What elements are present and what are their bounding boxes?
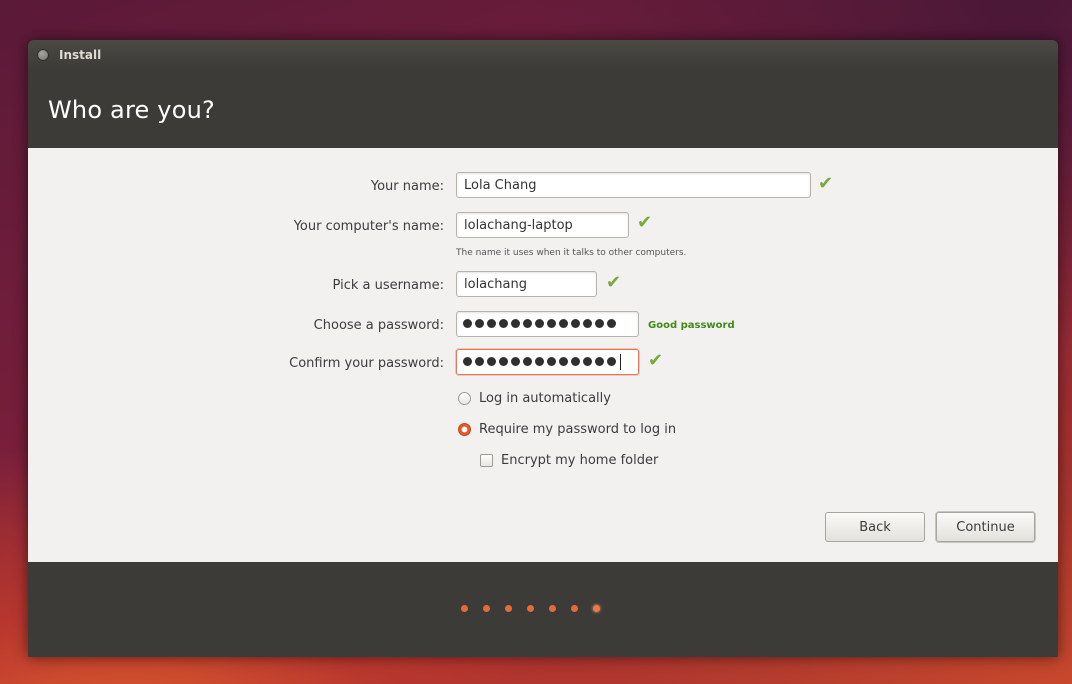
confirm-password-label: Confirm your password: [289, 356, 444, 371]
checkbox[interactable] [480, 454, 493, 467]
password-dot [487, 357, 496, 366]
password-dot [559, 319, 568, 328]
password-strength: Good password [648, 320, 735, 331]
password-dot [499, 319, 508, 328]
checkbox-encrypt-home[interactable]: Encrypt my home folder [480, 453, 658, 468]
radio-log-in-automatically[interactable]: Log in automatically [458, 391, 611, 406]
radio-require-password[interactable]: Require my password to log in [458, 422, 676, 437]
password-dot [535, 319, 544, 328]
password-dot [463, 319, 472, 328]
password-dot [583, 357, 592, 366]
progress-indicator [28, 562, 1058, 657]
computer-name-hint: The name it uses when it talks to other … [456, 248, 687, 258]
password-dot [499, 357, 508, 366]
your-name-label: Your name: [370, 179, 444, 194]
page-heading: Who are you? [48, 96, 215, 124]
installer-window: Install Who are you? Your name: ✔ Your c… [28, 40, 1058, 657]
password-input[interactable] [456, 311, 639, 337]
your-name-input[interactable] [456, 172, 811, 198]
back-button[interactable]: Back [825, 512, 925, 542]
window-title: Install [59, 48, 102, 62]
title-bar: Install [28, 40, 1058, 70]
password-dot [511, 319, 520, 328]
confirm-password-dots [463, 354, 621, 370]
password-dot [523, 319, 532, 328]
password-dot [523, 357, 532, 366]
check-icon: ✔ [637, 212, 653, 233]
check-icon: ✔ [818, 173, 834, 194]
continue-button[interactable]: Continue [936, 512, 1035, 542]
password-dot [547, 319, 556, 328]
password-dot [595, 357, 604, 366]
username-input[interactable] [456, 271, 597, 297]
password-dot [535, 357, 544, 366]
close-icon[interactable] [37, 49, 49, 61]
progress-dot [571, 604, 578, 612]
confirm-password-input[interactable] [456, 349, 639, 375]
password-dot [583, 319, 592, 328]
password-dot [547, 357, 556, 366]
check-icon: ✔ [648, 350, 664, 371]
password-dot [559, 357, 568, 366]
password-dot [607, 357, 616, 366]
progress-dot [549, 604, 556, 612]
progress-dot [461, 604, 468, 612]
progress-dot [593, 604, 600, 612]
password-dot [571, 319, 580, 328]
username-label: Pick a username: [332, 278, 444, 293]
computer-name-input[interactable] [456, 212, 629, 238]
password-dot [463, 357, 472, 366]
computer-name-label: Your computer's name: [293, 219, 444, 234]
radio-label: Log in automatically [479, 391, 611, 406]
checkbox-label: Encrypt my home folder [501, 453, 659, 468]
radio-label: Require my password to log in [479, 422, 677, 437]
password-dot [487, 319, 496, 328]
text-cursor [620, 354, 621, 370]
check-icon: ✔ [606, 272, 622, 293]
password-dots [463, 319, 616, 328]
radio-button[interactable] [458, 392, 471, 405]
password-dot [607, 319, 616, 328]
progress-dot [527, 604, 534, 612]
password-dot [475, 357, 484, 366]
password-dot [475, 319, 484, 328]
progress-dots [461, 604, 600, 612]
password-label: Choose a password: [313, 318, 444, 333]
progress-dot [483, 604, 490, 612]
radio-button[interactable] [458, 423, 471, 436]
form-panel: Your name: ✔ Your computer's name: ✔ The… [28, 148, 1058, 562]
progress-dot [505, 604, 512, 612]
password-dot [595, 319, 604, 328]
password-dot [571, 357, 580, 366]
password-dot [511, 357, 520, 366]
